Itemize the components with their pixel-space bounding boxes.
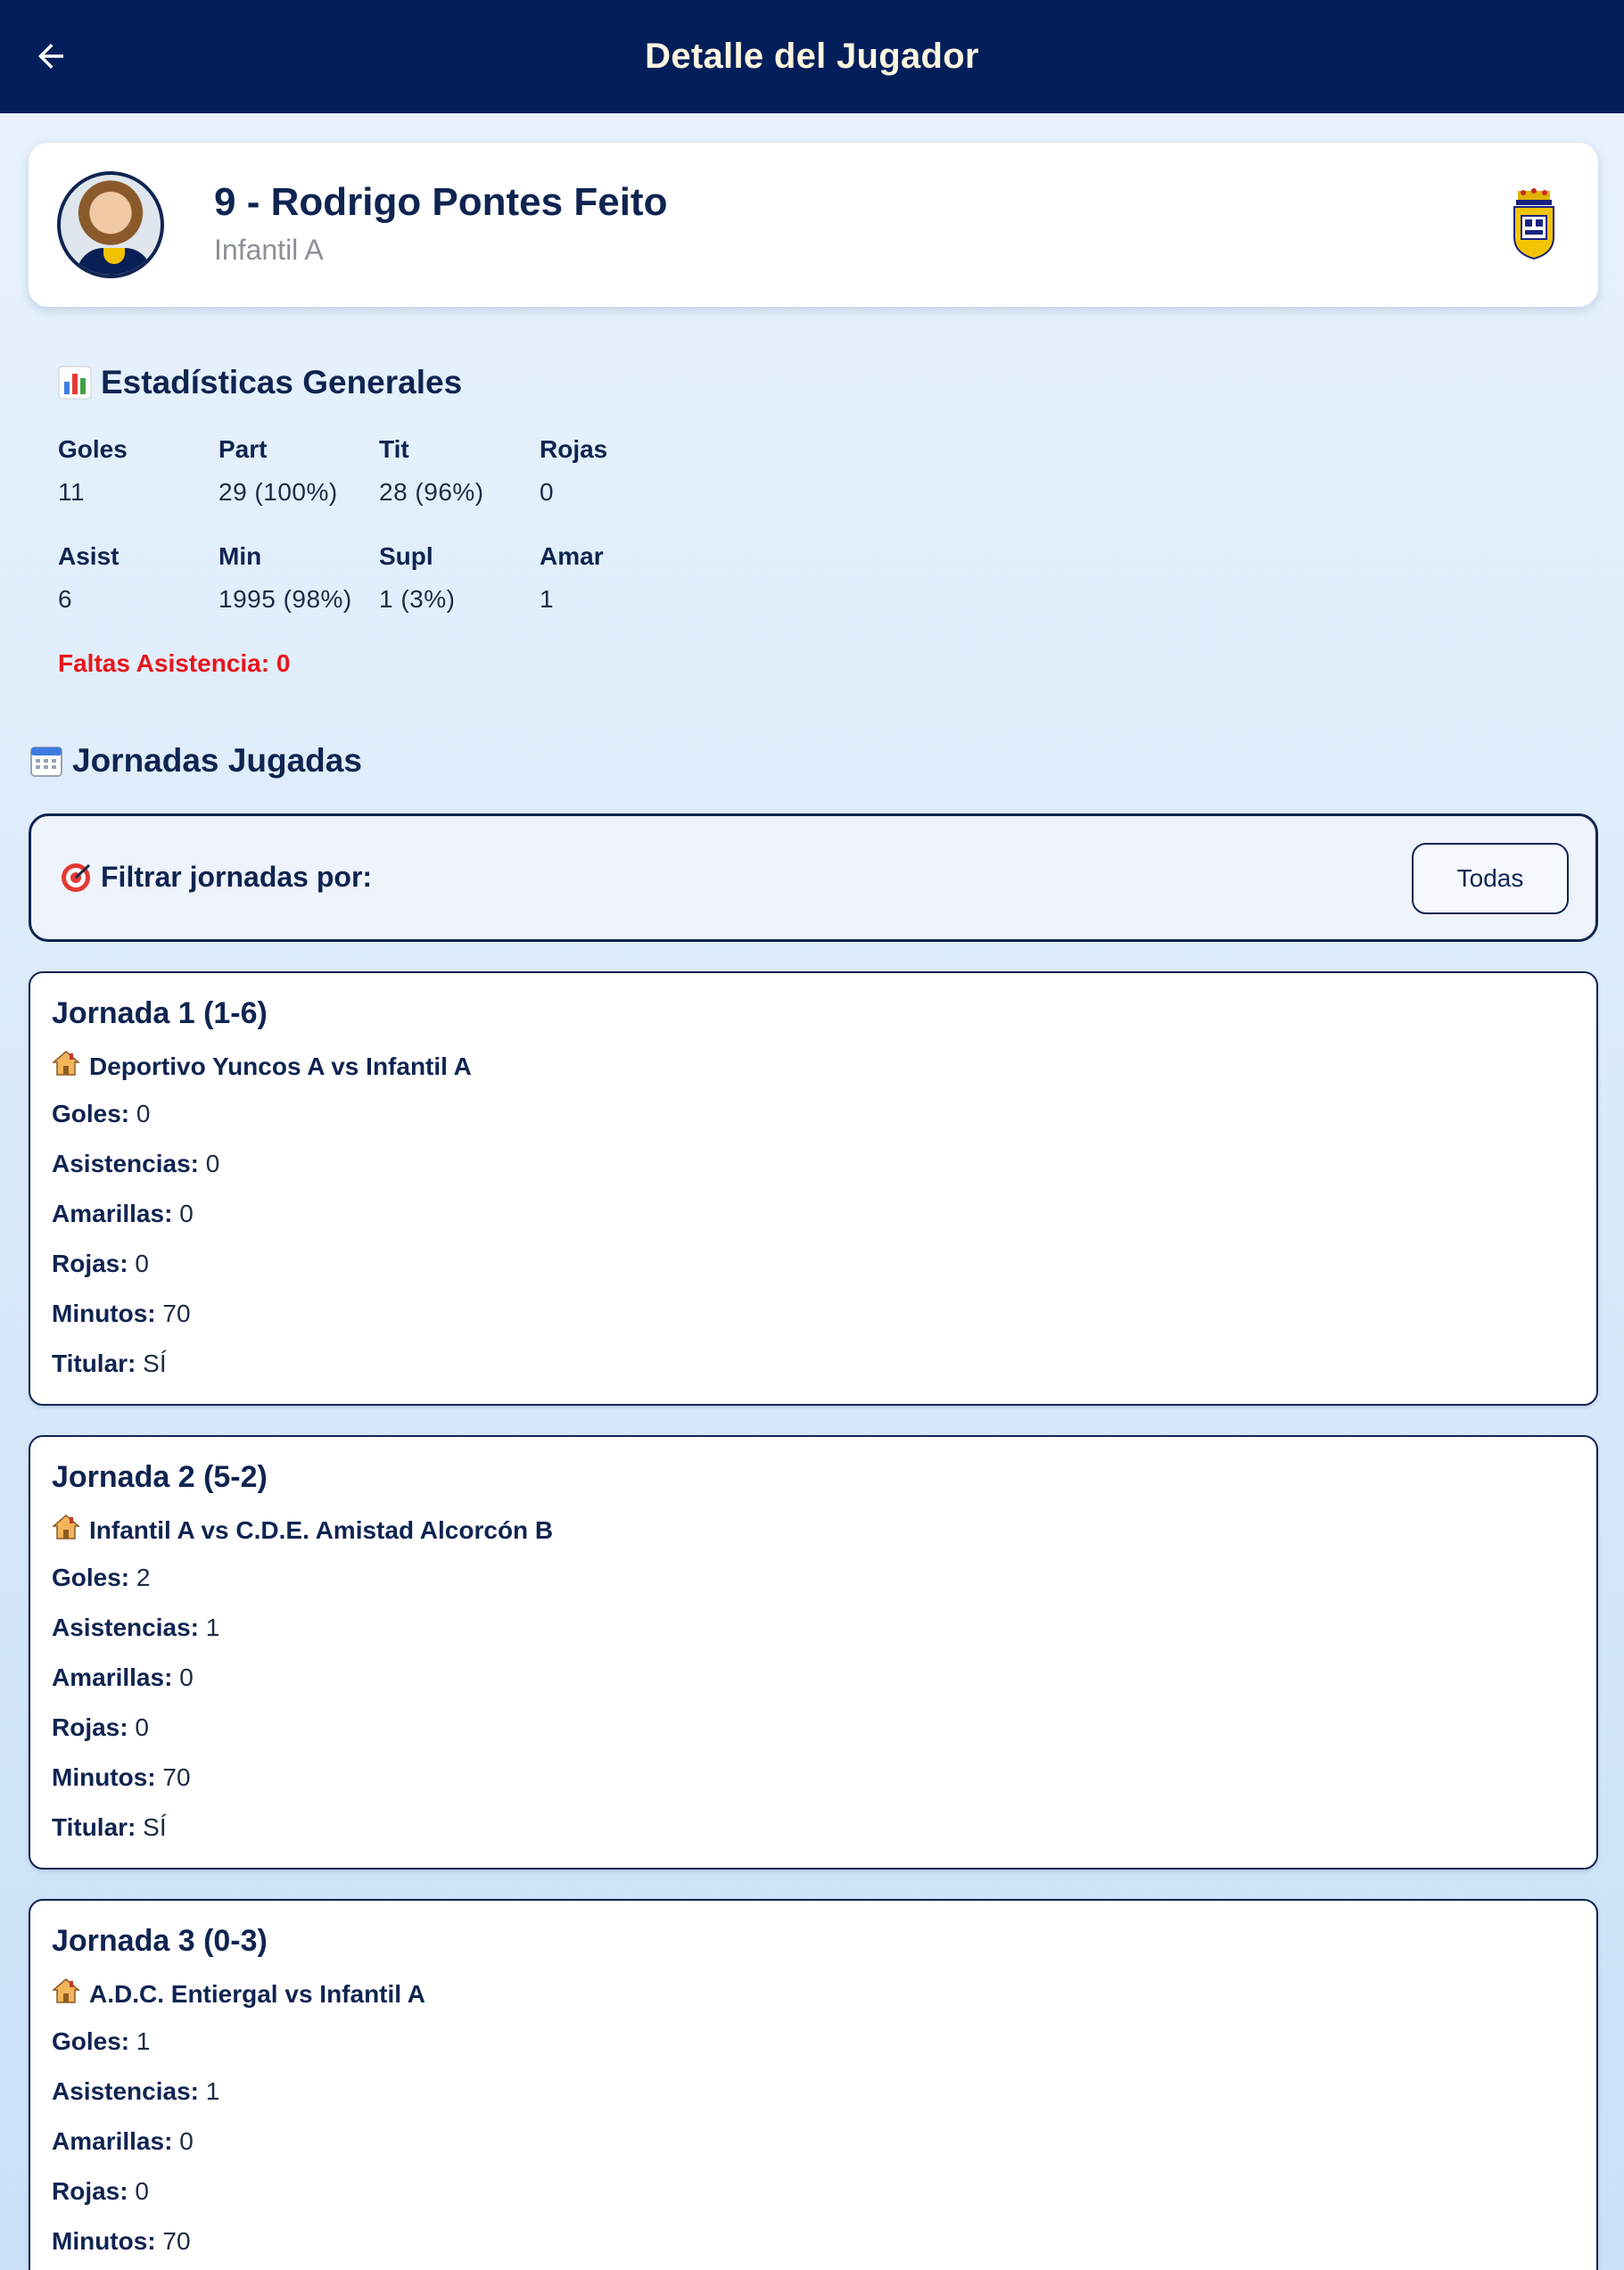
asistencias-row: Asistencias: 1 <box>52 2077 220 2105</box>
amarillas-row: Amarillas: 0 <box>52 1663 194 1691</box>
avatar <box>57 171 164 278</box>
titular-row: Titular: SÍ <box>52 1350 167 1377</box>
stat-value-tit: 28 (96%) <box>379 478 484 506</box>
goles-row: Goles: 1 <box>52 2027 151 2055</box>
stat-value-rojas: 0 <box>540 478 555 506</box>
stats-title-text: Estadísticas Generales <box>101 364 463 400</box>
match-title: Jornada 3 (0-3) <box>52 1924 268 1958</box>
fixture-text: A.D.C. Entiergal vs Infantil A <box>89 1979 426 2008</box>
stat-label-tit: Tit <box>379 435 409 463</box>
filter-panel: Filtrar jornadas por: Todas <box>29 813 1598 942</box>
amarillas-row: Amarillas: 0 <box>52 2127 194 2155</box>
bar-chart-icon <box>58 366 92 400</box>
stat-value-part: 29 (100%) <box>218 478 338 506</box>
stat-label-asist: Asist <box>58 542 120 570</box>
stat-label-part: Part <box>218 435 268 463</box>
stat-value-supl: 1 (3%) <box>379 585 456 613</box>
match-fixture: Deportivo Yuncos A vs Infantil A <box>51 1050 472 1083</box>
match-title: Jornada 2 (5-2) <box>52 1460 268 1494</box>
club-crest-icon <box>1513 188 1554 260</box>
stats-title: Estadísticas Generales <box>58 364 462 401</box>
player-card: 9 - Rodrigo Pontes Feito Infantil A <box>29 143 1598 307</box>
goles-row: Goles: 2 <box>52 1564 151 1591</box>
house-icon <box>51 1050 81 1083</box>
house-icon <box>51 1977 81 2010</box>
fixture-text: Deportivo Yuncos A vs Infantil A <box>89 1052 472 1080</box>
rojas-row: Rojas: 0 <box>52 1250 149 1277</box>
minutos-row: Minutos: 70 <box>52 2227 191 2255</box>
target-icon <box>60 862 92 894</box>
player-name: 9 - Rodrigo Pontes Feito <box>214 180 668 224</box>
match-card[interactable]: Jornada 3 (0-3) A.D.C. Entiergal vs Infa… <box>29 1899 1598 2270</box>
stat-label-supl: Supl <box>379 542 433 570</box>
stat-label-rojas: Rojas <box>540 435 608 463</box>
stat-label-min: Min <box>218 542 262 570</box>
stat-value-goles: 11 <box>58 478 86 506</box>
match-title: Jornada 1 (1-6) <box>52 996 268 1030</box>
asistencias-row: Asistencias: 0 <box>52 1150 220 1177</box>
jornadas-title-text: Jornadas Jugadas <box>72 742 362 779</box>
app-bar: Detalle del Jugador <box>0 0 1624 113</box>
minutos-row: Minutos: 70 <box>52 1763 191 1791</box>
titular-row: Titular: SÍ <box>52 1813 167 1841</box>
stat-value-min: 1995 (98%) <box>218 585 352 613</box>
stat-value-amar: 1 <box>540 585 555 613</box>
match-fixture: Infantil A vs C.D.E. Amistad Alcorcón B <box>51 1514 554 1547</box>
match-fixture: A.D.C. Entiergal vs Infantil A <box>51 1977 426 2010</box>
stat-label-amar: Amar <box>540 542 604 570</box>
player-team: Infantil A <box>214 234 324 266</box>
match-card[interactable]: Jornada 2 (5-2) Infantil A vs C.D.E. Ami… <box>29 1435 1598 1870</box>
arrow-left-icon[interactable] <box>32 37 70 75</box>
fixture-text: Infantil A vs C.D.E. Amistad Alcorcón B <box>89 1515 554 1544</box>
calendar-icon <box>29 744 63 778</box>
house-icon <box>51 1514 81 1547</box>
amarillas-row: Amarillas: 0 <box>52 1200 194 1227</box>
page-title: Detalle del Jugador <box>645 37 979 76</box>
jornadas-title: Jornadas Jugadas <box>29 742 362 780</box>
minutos-row: Minutos: 70 <box>52 1300 191 1327</box>
filter-label: Filtrar jornadas por: <box>60 861 372 894</box>
goles-row: Goles: 0 <box>52 1100 151 1127</box>
rojas-row: Rojas: 0 <box>52 1713 149 1741</box>
filter-all-button[interactable]: Todas <box>1412 843 1569 914</box>
stat-label-goles: Goles <box>58 435 128 463</box>
rojas-row: Rojas: 0 <box>52 2177 149 2205</box>
faltas-asistencia: Faltas Asistencia: 0 <box>58 649 291 677</box>
match-card[interactable]: Jornada 1 (1-6) Deportivo Yuncos A vs In… <box>29 971 1598 1406</box>
filter-label-text: Filtrar jornadas por: <box>101 861 373 893</box>
asistencias-row: Asistencias: 1 <box>52 1614 220 1641</box>
stat-value-asist: 6 <box>58 585 73 613</box>
